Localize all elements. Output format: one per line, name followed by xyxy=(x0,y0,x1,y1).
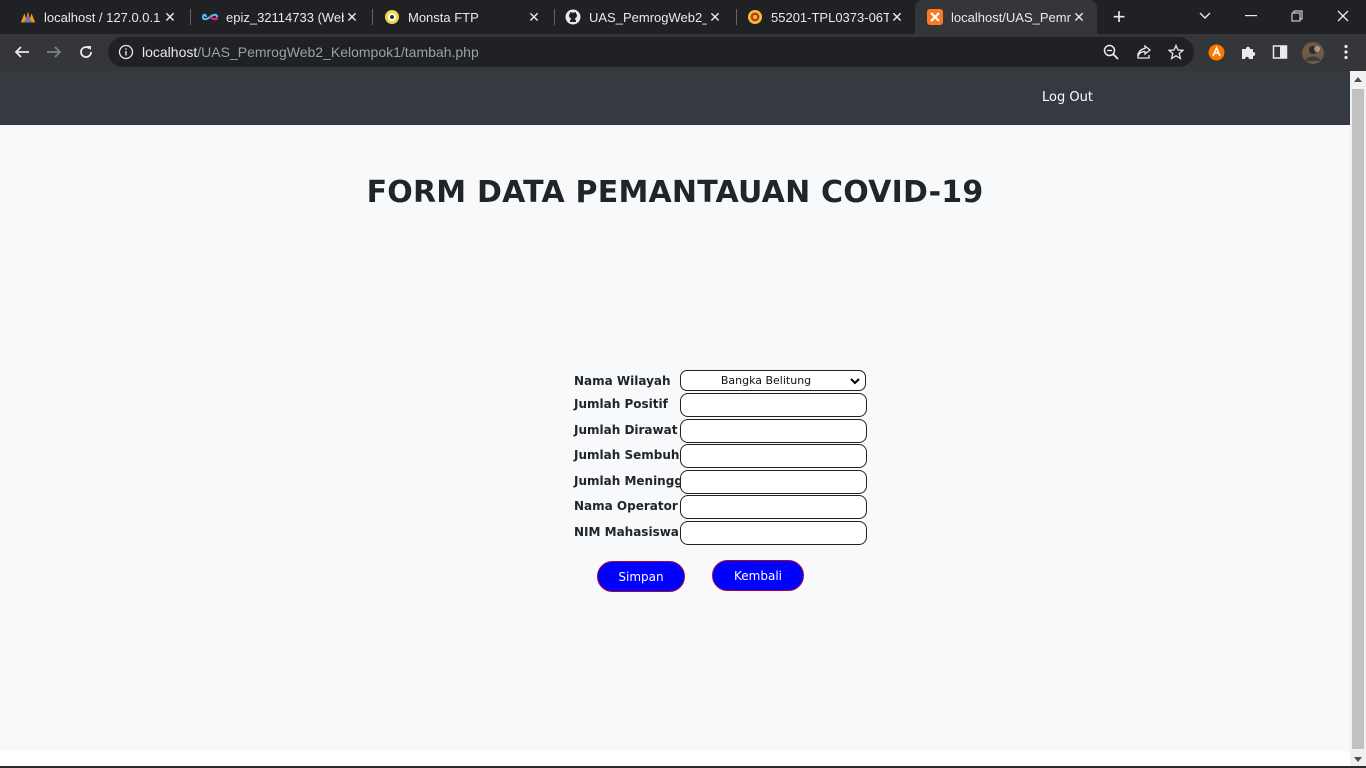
github-icon xyxy=(565,9,581,25)
sembuh-label: Jumlah Sembuh xyxy=(574,448,680,462)
close-icon xyxy=(1337,10,1349,22)
dirawat-input[interactable] xyxy=(680,419,867,443)
scrollbar-thumb[interactable] xyxy=(1352,89,1364,749)
close-icon[interactable]: ✕ xyxy=(344,9,360,25)
positif-label: Jumlah Positif xyxy=(574,397,668,411)
tab-localhost-active[interactable]: localhost/UAS_Pemrog ✕ xyxy=(915,0,1097,34)
url-text: localhost/UAS_PemrogWeb2_Kelompok1/tamba… xyxy=(142,44,479,60)
tab-title: Monsta FTP xyxy=(408,9,479,25)
tab-title: epiz_32114733 (Websi xyxy=(226,9,344,25)
tab-github[interactable]: UAS_PemrogWeb2_Ke ✕ xyxy=(545,0,733,34)
url-path: /UAS_PemrogWeb2_Kelompok1/tambah.php xyxy=(197,44,479,60)
meninggal-label: Jumlah Meninggal xyxy=(574,474,696,488)
menu-kebab-icon[interactable] xyxy=(1337,43,1355,61)
close-icon[interactable]: ✕ xyxy=(889,9,905,25)
sembuh-input[interactable] xyxy=(680,444,867,468)
tab-title: UAS_PemrogWeb2_Ke xyxy=(589,9,707,25)
close-icon[interactable]: ✕ xyxy=(707,9,723,25)
tab-strip: localhost / 127.0.0.1 / ✕ epiz_32114733 … xyxy=(0,0,1366,34)
reload-button[interactable] xyxy=(72,38,100,66)
extension-avast-icon[interactable] xyxy=(1207,43,1225,61)
triangle-down-icon xyxy=(1354,756,1362,762)
nim-input[interactable] xyxy=(680,521,867,545)
meninggal-input[interactable] xyxy=(680,470,867,494)
wilayah-selected-value: Bangka Belitung xyxy=(720,374,812,387)
tab-monsta-ftp[interactable]: Monsta FTP ✕ xyxy=(364,0,552,34)
monsta-icon xyxy=(384,9,400,25)
star-icon[interactable] xyxy=(1167,43,1185,61)
arrow-left-icon xyxy=(14,46,29,58)
operator-input[interactable] xyxy=(680,495,867,519)
operator-label: Nama Operator xyxy=(574,499,678,513)
scroll-up-arrow[interactable] xyxy=(1350,71,1366,87)
avatar[interactable] xyxy=(1302,42,1324,64)
wilayah-select[interactable]: Bangka Belitung xyxy=(680,370,866,391)
forward-button[interactable] xyxy=(40,38,68,66)
reload-icon xyxy=(80,46,92,58)
logout-link[interactable]: Log Out xyxy=(1042,90,1093,105)
close-window-button[interactable] xyxy=(1320,0,1366,32)
page-title: FORM DATA PEMANTAUAN COVID-19 xyxy=(366,175,984,210)
tab-phpmyadmin[interactable]: localhost / 127.0.0.1 / ✕ xyxy=(0,0,188,34)
university-icon xyxy=(747,9,763,25)
puzzle-icon[interactable] xyxy=(1239,43,1257,61)
arrow-right-icon xyxy=(47,46,62,58)
phpmyadmin-icon xyxy=(20,9,36,25)
side-panel-icon[interactable] xyxy=(1271,43,1289,61)
dirawat-label: Jumlah Dirawat xyxy=(574,423,678,437)
info-icon[interactable] xyxy=(118,44,134,60)
restore-button[interactable] xyxy=(1274,0,1320,32)
site-navbar: Log Out xyxy=(0,71,1350,125)
back-button[interactable] xyxy=(8,38,36,66)
tab-search-button[interactable] xyxy=(1182,0,1228,32)
url-host: localhost xyxy=(142,44,198,60)
tab-title: localhost/UAS_Pemrog xyxy=(951,9,1071,25)
page-viewport: Log Out FORM DATA PEMANTAUAN COVID-19 Na… xyxy=(0,71,1366,768)
simpan-button[interactable]: Simpan xyxy=(597,561,685,592)
triangle-up-icon xyxy=(1354,76,1362,82)
share-icon[interactable] xyxy=(1135,43,1153,61)
close-icon[interactable]: ✕ xyxy=(162,9,178,25)
tab-infinityfree[interactable]: epiz_32114733 (Websi ✕ xyxy=(182,0,370,34)
positif-input[interactable] xyxy=(680,393,867,417)
restore-icon xyxy=(1291,10,1303,22)
kembali-button[interactable]: Kembali xyxy=(712,560,804,591)
minimize-button[interactable] xyxy=(1228,0,1274,32)
address-bar[interactable]: localhost/UAS_PemrogWeb2_Kelompok1/tamba… xyxy=(108,37,1194,67)
zoom-icon[interactable] xyxy=(1102,43,1120,61)
scroll-down-arrow[interactable] xyxy=(1350,751,1366,767)
minimize-icon xyxy=(1245,15,1257,17)
tab-title: 55201-TPL0373-06TPL xyxy=(771,9,889,25)
chevron-down-icon xyxy=(850,378,860,385)
xampp-icon xyxy=(927,9,943,25)
nim-label: NIM Mahasiswa xyxy=(574,525,679,539)
wilayah-label: Nama Wilayah xyxy=(574,374,671,388)
close-icon[interactable]: ✕ xyxy=(1071,9,1087,25)
chevron-down-icon xyxy=(1199,12,1211,19)
infinityfree-icon xyxy=(202,9,218,25)
new-tab-button[interactable]: + xyxy=(1108,4,1130,29)
tab-title: localhost / 127.0.0.1 / xyxy=(44,9,162,25)
browser-toolbar: localhost/UAS_PemrogWeb2_Kelompok1/tamba… xyxy=(0,34,1366,71)
close-icon[interactable]: ✕ xyxy=(526,9,542,25)
tab-university[interactable]: 55201-TPL0373-06TPL ✕ xyxy=(727,0,915,34)
